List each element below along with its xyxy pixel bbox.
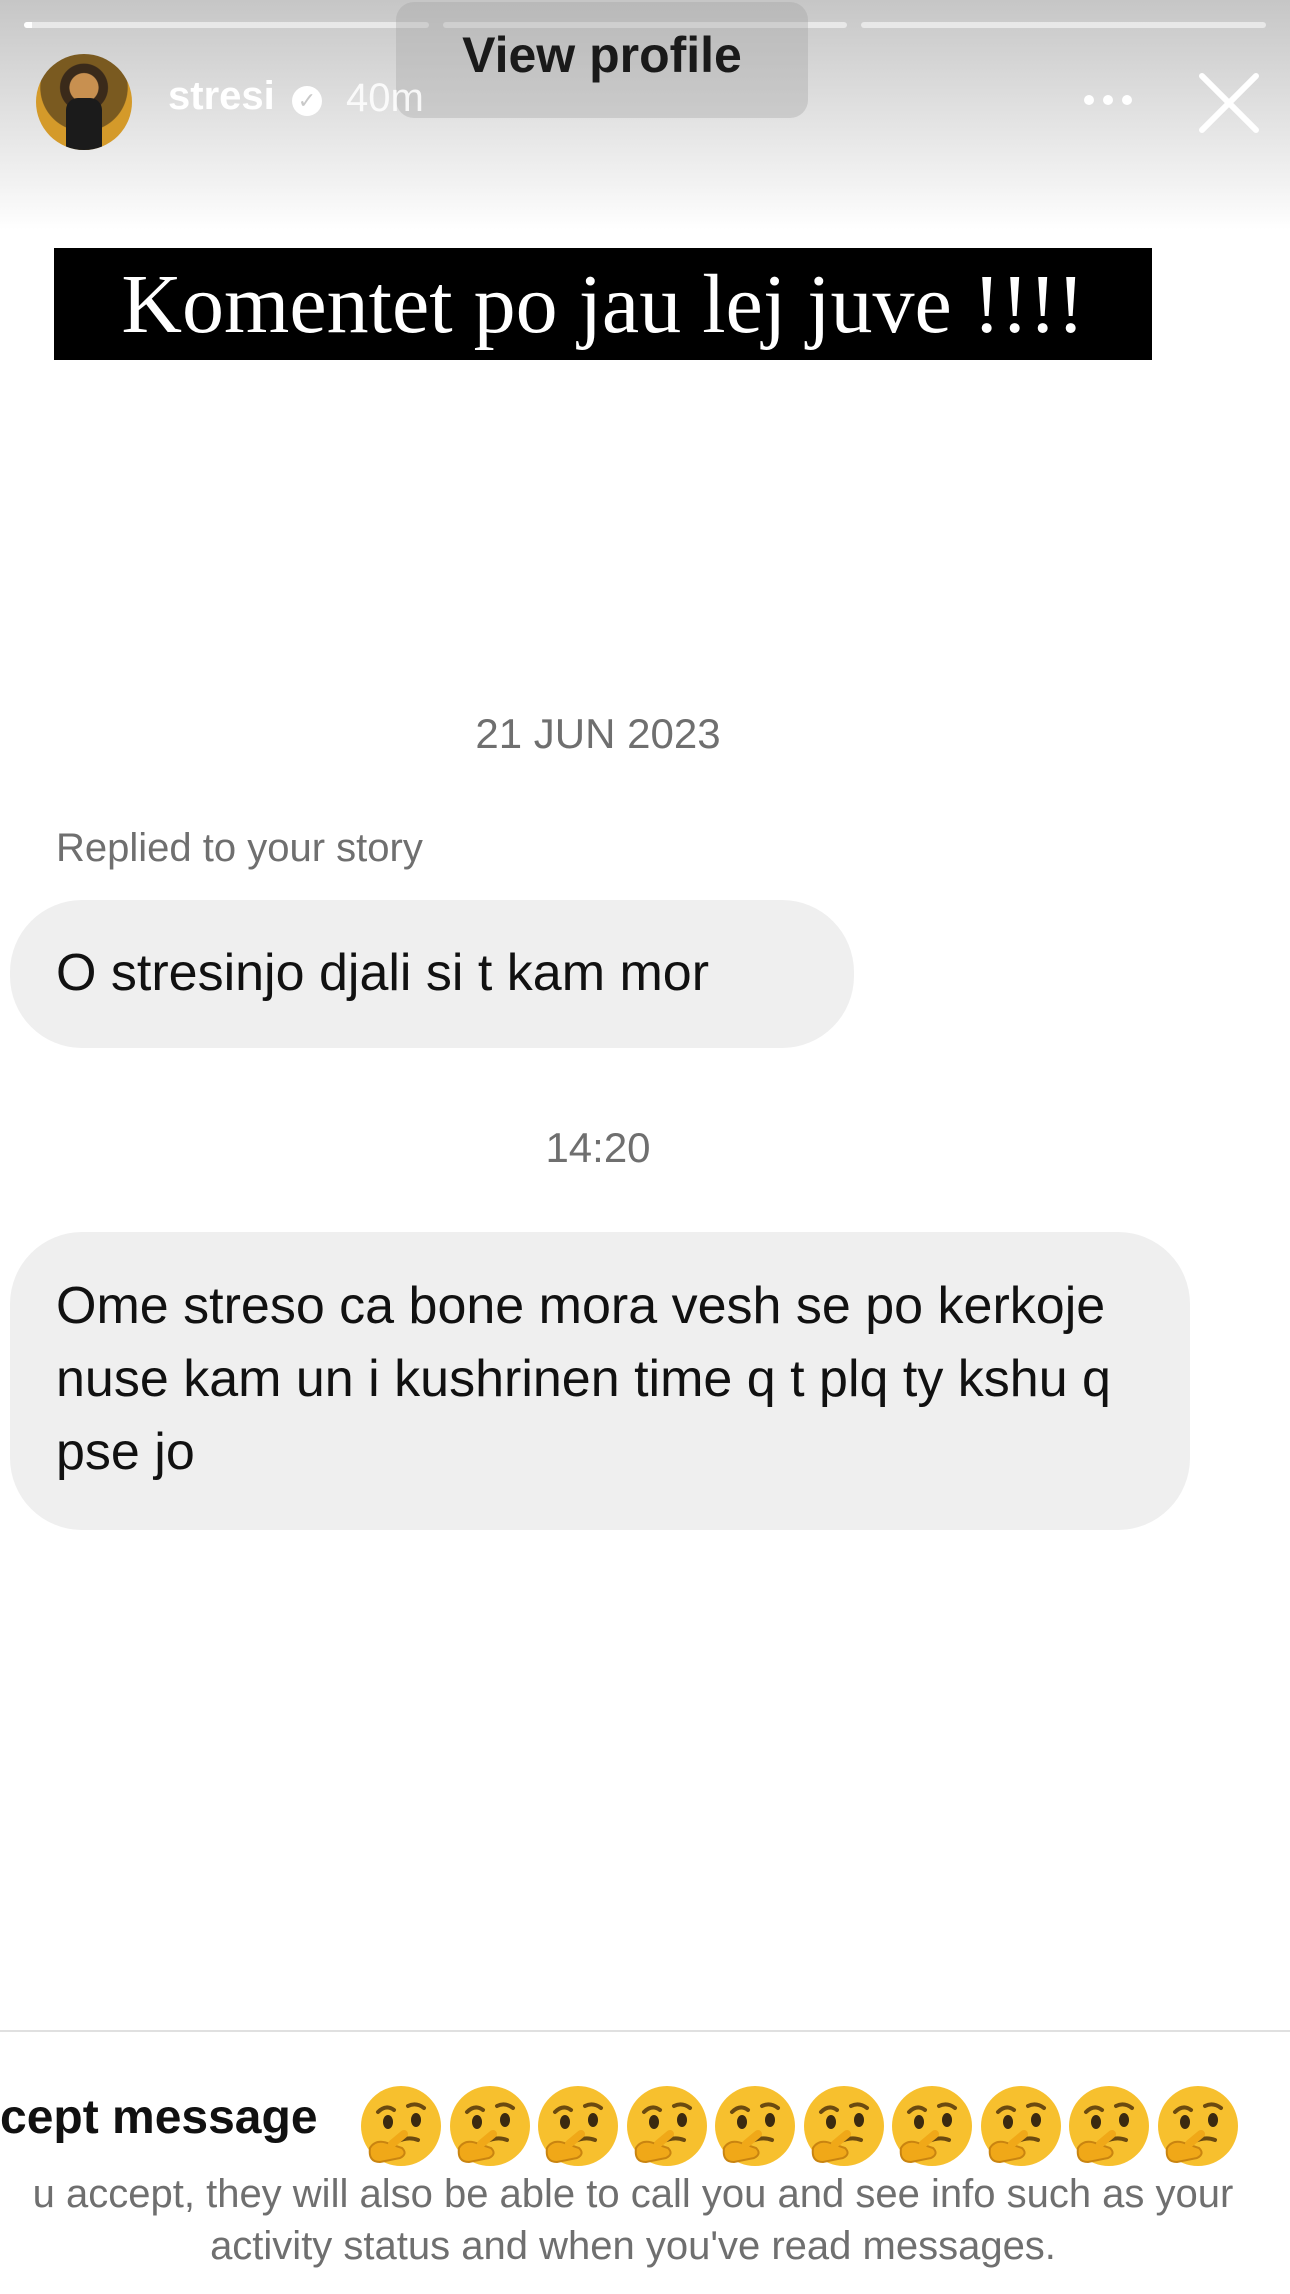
username[interactable]: stresi bbox=[168, 74, 275, 119]
avatar[interactable] bbox=[36, 54, 132, 150]
story-caption: Komentet po jau lej juve !!!! bbox=[54, 248, 1152, 360]
thinking-face-icon bbox=[715, 2086, 795, 2166]
thinking-face-icon bbox=[803, 2086, 884, 2166]
thinking-face-icon bbox=[980, 2086, 1061, 2166]
thinking-face-icon bbox=[361, 2086, 441, 2166]
thinking-face-icon bbox=[892, 2086, 972, 2166]
view-profile-button[interactable]: View profile bbox=[396, 2, 808, 118]
progress-segment bbox=[861, 22, 1267, 28]
more-options-icon[interactable] bbox=[1084, 76, 1140, 124]
thinking-face-icon bbox=[538, 2086, 618, 2166]
accept-message-title: cept message bbox=[0, 2091, 318, 2144]
accept-message-description: u accept, they will also be able to call… bbox=[32, 2172, 1234, 2268]
thinking-face-icon bbox=[1157, 2086, 1238, 2166]
progress-fill bbox=[24, 22, 33, 28]
replied-to-story-label: Replied to your story bbox=[56, 826, 423, 870]
thinking-face-icon bbox=[626, 2086, 707, 2166]
footer-divider bbox=[0, 2030, 1290, 2032]
progress-segment bbox=[24, 22, 429, 28]
story-time-ago: 40m bbox=[346, 76, 424, 120]
message-bubble: O stresinjo djali si t kam mor bbox=[10, 900, 854, 1048]
thinking-face-icon bbox=[1069, 2086, 1149, 2166]
verified-badge-icon: ✓ bbox=[292, 86, 322, 116]
thinking-face-icon bbox=[449, 2086, 530, 2166]
close-icon[interactable] bbox=[1196, 70, 1262, 136]
message-bubble: Ome streso ca bone mora vesh se po kerko… bbox=[10, 1232, 1190, 1530]
date-stamp: 21 JUN 2023 bbox=[475, 710, 721, 757]
time-stamp: 14:20 bbox=[545, 1124, 651, 1171]
